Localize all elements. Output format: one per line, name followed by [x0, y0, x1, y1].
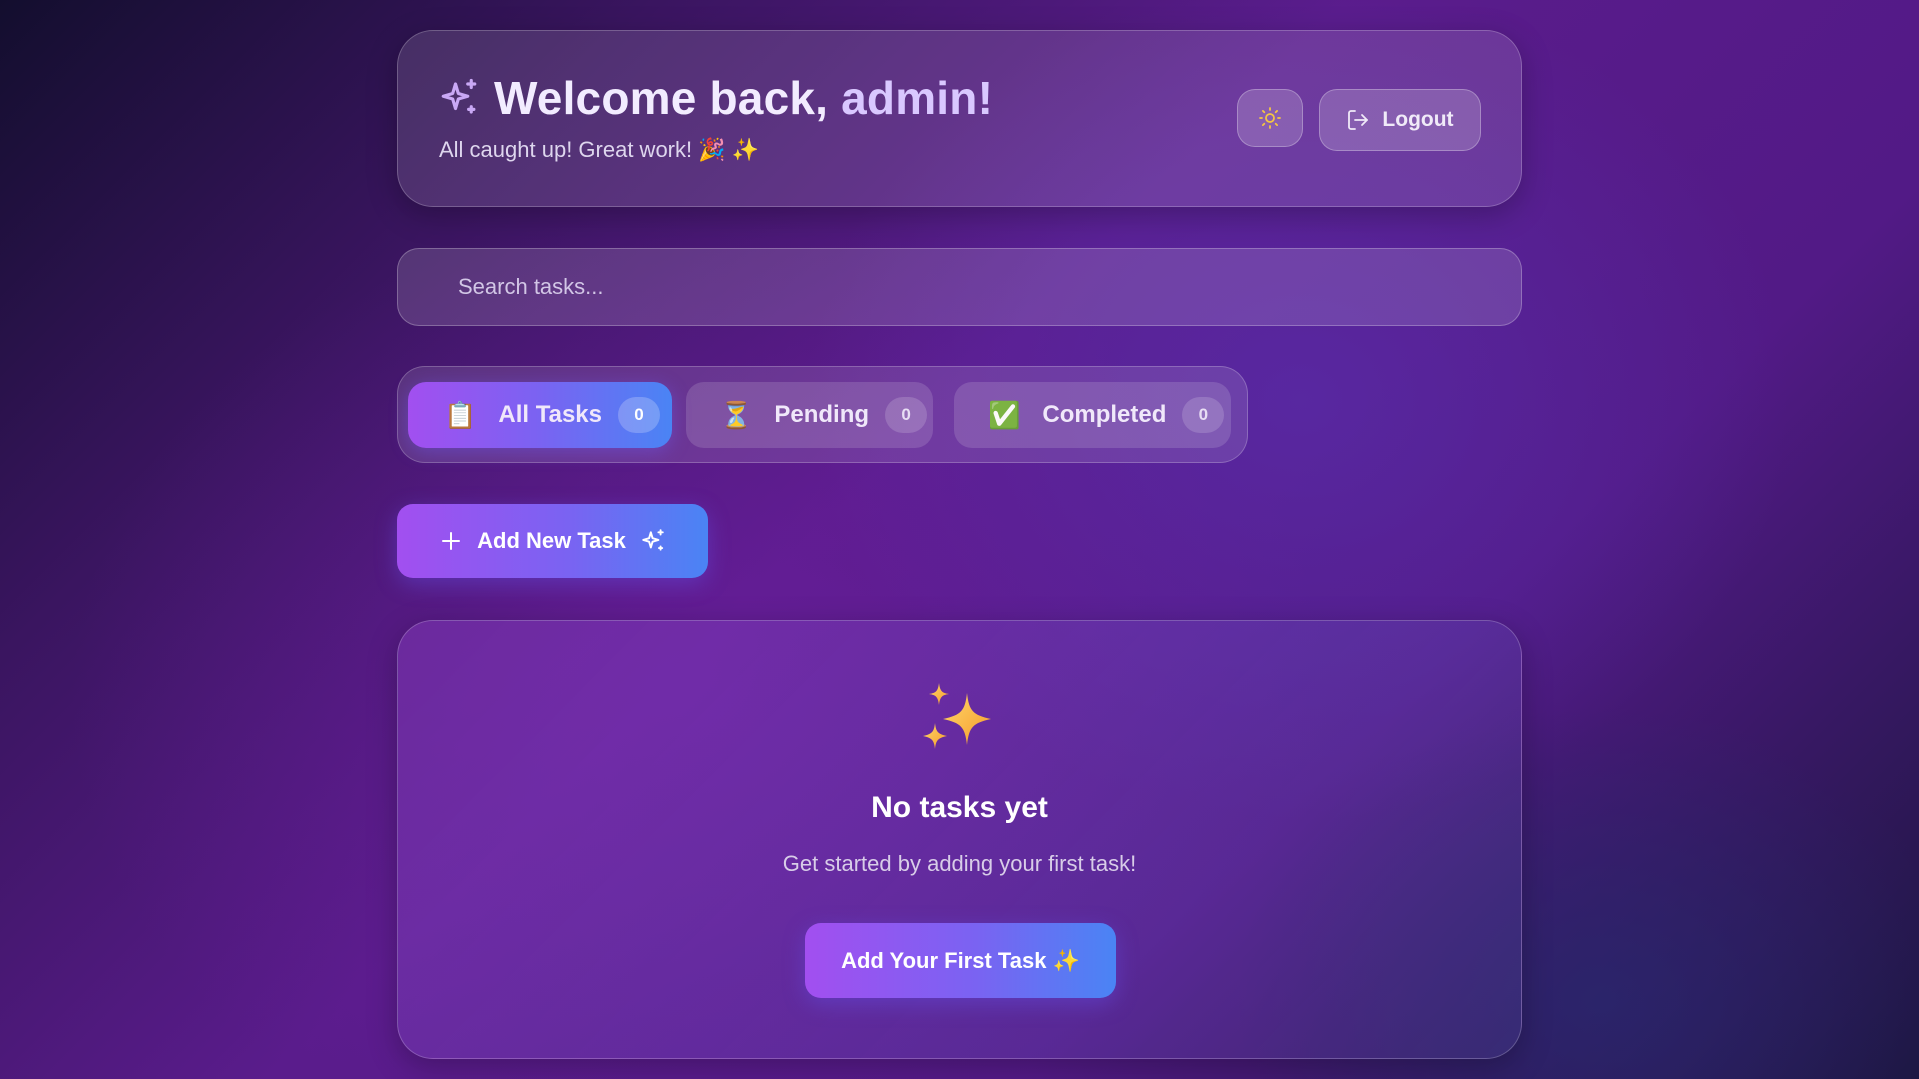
logout-button[interactable]: Logout — [1319, 89, 1481, 151]
count-badge: 0 — [885, 397, 928, 433]
hourglass-icon: ⏳ — [720, 399, 753, 430]
logout-icon — [1348, 110, 1369, 130]
add-first-task-button[interactable]: Add Your First Task ✨ — [805, 923, 1116, 998]
clipboard-icon: 📋 — [444, 399, 477, 430]
page-title: Welcome back, admin! — [494, 71, 993, 125]
header-card: Welcome back, admin! All caught up! Grea… — [397, 30, 1522, 207]
search-input[interactable] — [398, 249, 1521, 325]
empty-state-message: Get started by adding your first task! — [782, 851, 1137, 876]
add-first-task-label: Add Your First Task ✨ — [841, 947, 1080, 973]
tab-label: Pending — [774, 401, 870, 428]
tab-all-tasks[interactable]: 📋 All Tasks 0 — [408, 382, 672, 448]
username: admin! — [841, 72, 994, 124]
sparkles-icon — [441, 78, 477, 114]
tab-pending[interactable]: ⏳ Pending 0 — [686, 382, 933, 448]
search-bar — [397, 248, 1522, 326]
tab-label: Completed — [1042, 401, 1167, 428]
tab-label: All Tasks — [498, 401, 602, 428]
empty-state-title: No tasks yet — [871, 791, 1048, 824]
sparkles-emoji-icon — [923, 683, 991, 749]
tab-completed[interactable]: ✅ Completed 0 — [954, 382, 1231, 448]
theme-toggle-button[interactable] — [1237, 89, 1303, 147]
count-badge: 0 — [1182, 397, 1225, 433]
sparkles-icon — [642, 529, 664, 551]
filter-tabs: 📋 All Tasks 0 ⏳ Pending 0 ✅ Completed 0 — [397, 366, 1248, 463]
check-icon: ✅ — [988, 399, 1021, 430]
plus-icon — [442, 532, 461, 550]
status-subtitle: All caught up! Great work! 🎉 ✨ — [439, 137, 760, 162]
count-badge: 0 — [617, 397, 660, 433]
add-new-task-button[interactable]: Add New Task — [397, 504, 708, 578]
empty-state-card: No tasks yet Get started by adding your … — [397, 620, 1522, 1059]
sun-icon — [1259, 107, 1281, 129]
add-new-task-label: Add New Task — [477, 528, 626, 553]
logout-label: Logout — [1382, 108, 1454, 131]
greeting-text: Welcome back, — [494, 72, 829, 124]
